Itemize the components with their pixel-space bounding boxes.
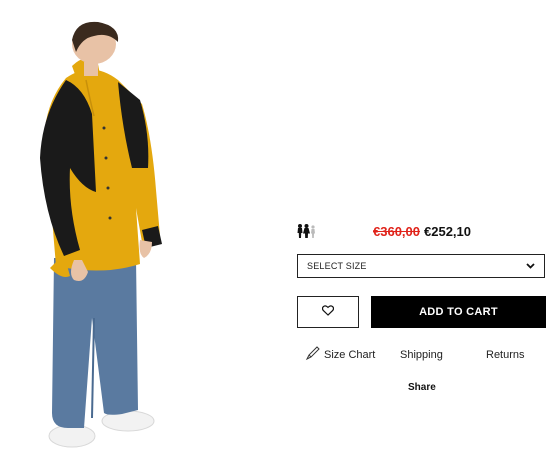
chevron-down-icon <box>526 261 535 272</box>
size-chart-link[interactable]: Size Chart <box>305 345 375 364</box>
add-to-cart-button[interactable]: ADD TO CART <box>371 296 546 328</box>
product-links: Size Chart Shipping Returns <box>305 345 545 365</box>
sale-price: €252,10 <box>424 223 471 239</box>
ruler-pencil-icon <box>305 345 324 364</box>
size-select[interactable]: SELECT SIZE <box>297 254 545 278</box>
share-link[interactable]: Share <box>408 382 436 393</box>
returns-link[interactable]: Returns <box>486 349 525 361</box>
shipping-link[interactable]: Shipping <box>400 349 443 361</box>
unisex-icon <box>297 224 317 238</box>
wishlist-button[interactable] <box>297 296 359 328</box>
heart-icon <box>321 303 335 321</box>
price-row: €360,00 €252,10 <box>297 222 471 240</box>
size-chart-label: Size Chart <box>324 348 376 361</box>
product-image[interactable] <box>22 18 182 458</box>
original-price: €360,00 <box>373 223 420 239</box>
size-select-label: SELECT SIZE <box>307 261 367 271</box>
